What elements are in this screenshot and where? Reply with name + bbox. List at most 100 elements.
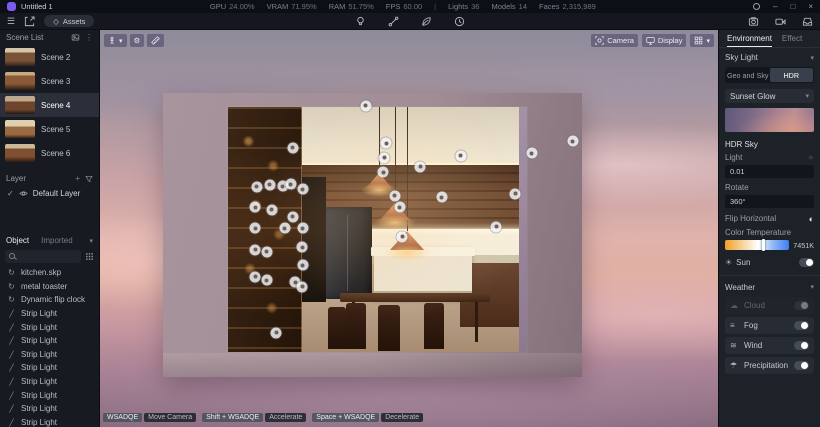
search-input[interactable] (19, 252, 77, 261)
navigation-mode-button[interactable]: ▾ (104, 34, 127, 47)
light-gizmo[interactable] (250, 223, 261, 234)
tab-object[interactable]: Object (6, 236, 29, 245)
light-gizmo[interactable] (389, 190, 400, 201)
object-item[interactable]: Strip Light (0, 348, 99, 362)
object-item[interactable]: Dynamic flip clock (0, 293, 99, 307)
light-unit-icon[interactable]: ☼ (808, 154, 814, 161)
panel-tab[interactable]: Environment (727, 30, 772, 47)
add-layer-icon[interactable]: + (75, 174, 80, 183)
light-gizmo[interactable] (455, 150, 466, 161)
light-gizmo[interactable] (381, 138, 392, 149)
sun-toggle[interactable] (799, 258, 814, 267)
light-gizmo[interactable] (491, 221, 502, 232)
light-gizmo[interactable] (415, 161, 426, 172)
close-button[interactable]: × (808, 2, 813, 11)
display-button[interactable]: Display (642, 34, 687, 47)
weather-toggle[interactable] (794, 321, 809, 330)
light-gizmo[interactable] (297, 223, 308, 234)
sky-mode-option[interactable]: HDR (770, 68, 814, 82)
maximize-button[interactable]: □ (790, 2, 795, 11)
object-item[interactable]: Strip Light (0, 334, 99, 348)
assets-button[interactable]: ◇ Assets (44, 15, 94, 27)
weather-toggle[interactable] (794, 341, 809, 350)
object-item[interactable]: Strip Light (0, 402, 99, 416)
slider-knob[interactable] (762, 239, 765, 251)
weather-row[interactable]: Cloud (725, 297, 814, 314)
render-queue-inbox-icon[interactable] (802, 16, 813, 27)
weather-row[interactable]: Precipitation (725, 357, 814, 374)
light-gizmo[interactable] (271, 327, 282, 338)
weather-row[interactable]: Fog (725, 317, 814, 334)
measure-button[interactable] (147, 34, 164, 47)
import-icon[interactable] (24, 16, 35, 27)
light-gizmo[interactable] (261, 275, 272, 286)
vegetation-leaf-icon[interactable] (421, 16, 432, 27)
chevron-down-icon[interactable]: ▾ (810, 54, 814, 62)
light-gizmo[interactable] (360, 100, 371, 111)
chevron-down-icon[interactable]: ▾ (810, 283, 814, 291)
scene-item[interactable]: Scene 5 (0, 117, 99, 141)
object-item[interactable]: Strip Light (0, 416, 99, 427)
object-search[interactable] (5, 250, 81, 263)
render-video-icon[interactable] (775, 16, 786, 27)
object-item[interactable]: Strip Light (0, 361, 99, 375)
object-item[interactable]: metal toaster (0, 280, 99, 294)
viewport-settings-button[interactable]: ⚙ (130, 34, 145, 47)
account-icon[interactable] (753, 3, 760, 10)
scene-item[interactable]: Scene 3 (0, 69, 99, 93)
color-temperature-slider[interactable] (725, 240, 789, 250)
light-gizmo[interactable] (379, 152, 390, 163)
light-gizmo[interactable] (297, 281, 308, 292)
material-brush-icon[interactable] (388, 16, 399, 27)
layer-filter-icon[interactable] (85, 175, 93, 183)
light-gizmo[interactable] (394, 202, 405, 213)
hdr-preview-image[interactable] (725, 108, 814, 132)
scene-list-menu-icon[interactable]: ⋮ (85, 33, 93, 42)
object-item[interactable]: Strip Light (0, 388, 99, 402)
group-view-grid-icon[interactable] (85, 252, 94, 261)
light-gizmo[interactable] (261, 246, 272, 257)
light-gizmo[interactable] (251, 181, 262, 192)
weather-toggle[interactable] (794, 301, 809, 310)
object-item[interactable]: kitchen.skp (0, 266, 99, 280)
hdr-preset-dropdown[interactable]: Sunset Glow ▾ (725, 89, 814, 103)
camera-button[interactable]: Camera (591, 34, 638, 47)
object-item[interactable]: Strip Light (0, 320, 99, 334)
scene-item[interactable]: Scene 6 (0, 141, 99, 165)
light-gizmo[interactable] (264, 179, 275, 190)
light-gizmo[interactable] (378, 167, 389, 178)
weather-toggle[interactable] (794, 361, 809, 370)
light-gizmo[interactable] (266, 204, 277, 215)
minimize-button[interactable]: – (773, 2, 777, 11)
light-gizmo[interactable] (250, 202, 261, 213)
light-gizmo[interactable] (526, 148, 537, 159)
light-gizmo[interactable] (285, 179, 296, 190)
light-gizmo[interactable] (297, 242, 308, 253)
visibility-eye-icon[interactable] (19, 189, 28, 198)
render-image-icon[interactable] (748, 16, 759, 27)
object-collapse-icon[interactable]: ▾ (89, 237, 93, 245)
light-gizmo[interactable] (250, 271, 261, 282)
menu-icon[interactable]: ☰ (7, 16, 15, 27)
light-gizmo[interactable] (279, 223, 290, 234)
sky-mode-option[interactable]: Geo and Sky (726, 68, 770, 82)
scene-thumbnail-view-icon[interactable] (71, 33, 80, 42)
scene-item[interactable]: Scene 2 (0, 45, 99, 69)
sun-study-clock-icon[interactable] (454, 16, 465, 27)
panel-tab[interactable]: Effect (782, 30, 802, 47)
light-gizmo[interactable] (567, 136, 578, 147)
light-tool-icon[interactable] (355, 16, 366, 27)
light-gizmo[interactable] (510, 188, 521, 199)
light-gizmo[interactable] (297, 184, 308, 195)
viewport-3d-render[interactable]: ▾ ⚙ Camera Display (100, 30, 718, 427)
layer-item[interactable]: ✓ Default Layer (0, 186, 99, 201)
light-gizmo[interactable] (297, 260, 308, 271)
viewport-layout-button[interactable]: ▾ (690, 34, 714, 47)
light-gizmo[interactable] (250, 244, 261, 255)
light-gizmo[interactable] (287, 142, 298, 153)
object-item[interactable]: Strip Light (0, 307, 99, 321)
object-item[interactable]: Strip Light (0, 375, 99, 389)
tab-imported[interactable]: Imported (41, 236, 73, 245)
light-intensity-input[interactable] (725, 165, 814, 178)
scene-item[interactable]: Scene 4 (0, 93, 99, 117)
